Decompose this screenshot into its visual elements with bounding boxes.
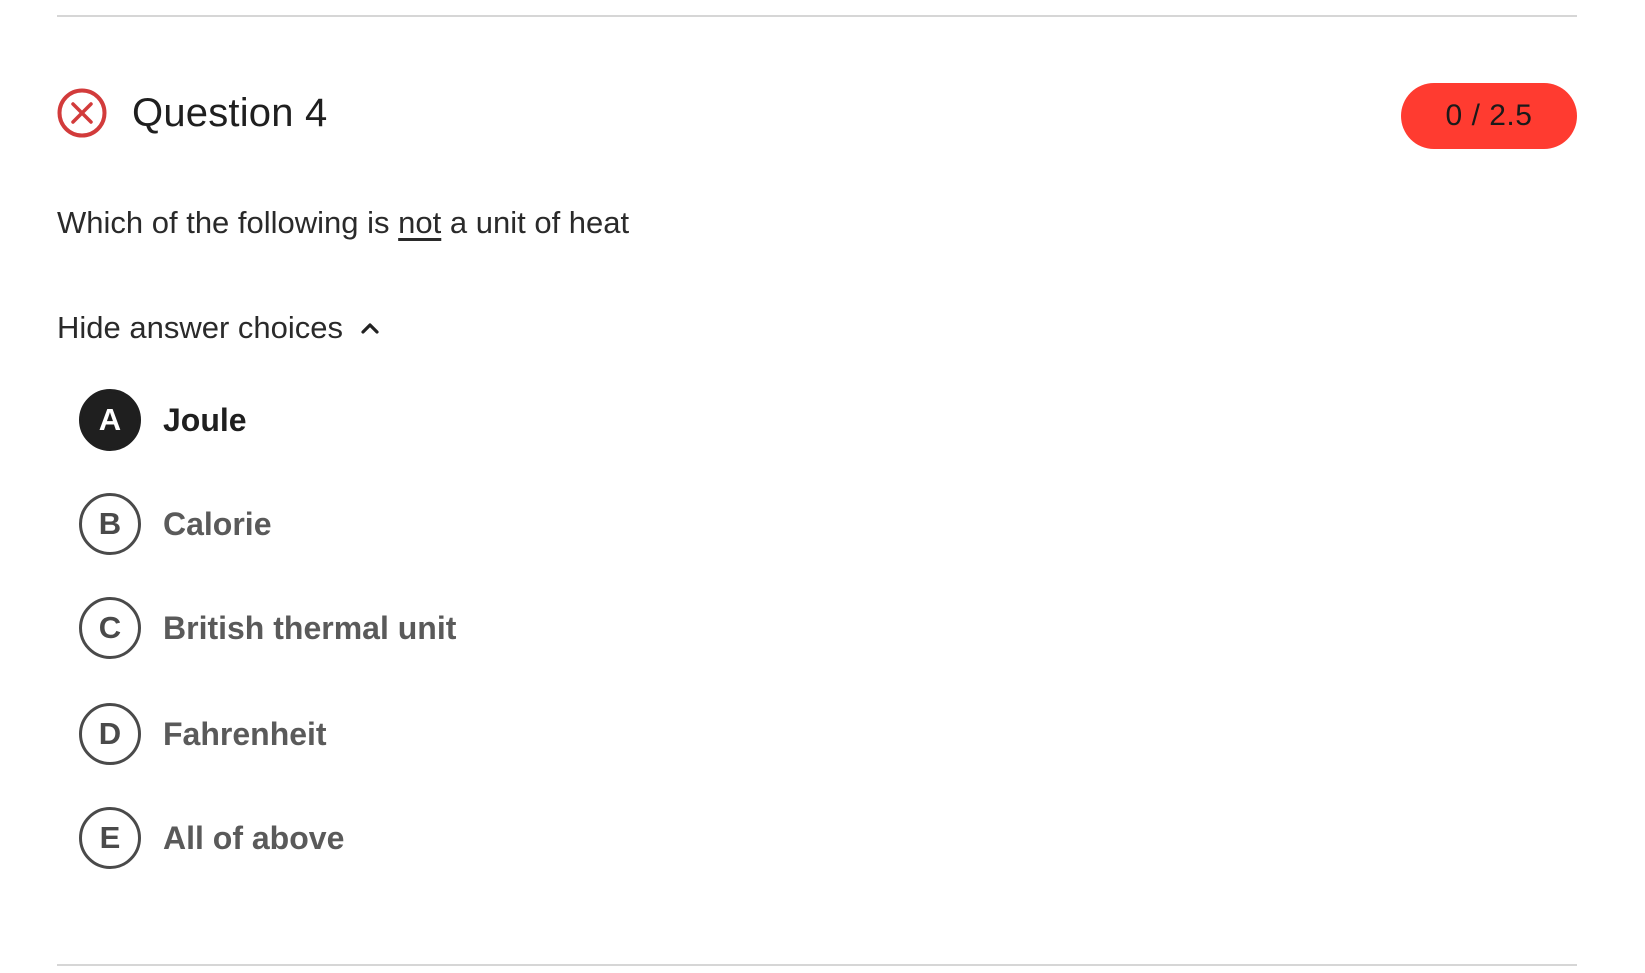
choice-text: Joule	[163, 401, 247, 438]
incorrect-x-icon	[57, 88, 107, 138]
toggle-label: Hide answer choices	[57, 310, 344, 345]
question-card: Question 4 0 / 2.5 Which of the followin…	[0, 0, 1645, 973]
choice-letter: B	[79, 493, 141, 555]
choice-e[interactable]: E All of above	[79, 807, 344, 869]
hide-answer-choices-toggle[interactable]: Hide answer choices	[57, 310, 381, 346]
choice-letter: E	[79, 807, 141, 869]
choice-c[interactable]: C British thermal unit	[79, 597, 456, 659]
prompt-text-before: Which of the following is	[57, 205, 399, 240]
choice-b[interactable]: B Calorie	[79, 493, 271, 555]
question-prompt: Which of the following is not a unit of …	[57, 205, 629, 241]
choice-text: All of above	[163, 819, 345, 856]
question-header: Question 4	[57, 88, 327, 138]
choice-a[interactable]: A Joule	[79, 389, 247, 451]
choice-text: Calorie	[163, 505, 272, 542]
chevron-up-icon	[359, 317, 381, 339]
question-title: Question 4	[132, 90, 328, 135]
choice-letter: C	[79, 597, 141, 659]
choice-letter: D	[79, 703, 141, 765]
top-divider	[57, 15, 1577, 17]
prompt-text-after: a unit of heat	[441, 205, 630, 240]
prompt-emphasis: not	[398, 205, 442, 240]
choice-letter: A	[79, 389, 141, 451]
choice-text: British thermal unit	[163, 609, 457, 646]
choice-text: Fahrenheit	[163, 715, 327, 752]
choice-d[interactable]: D Fahrenheit	[79, 703, 327, 765]
bottom-divider	[57, 964, 1577, 966]
score-badge: 0 / 2.5	[1401, 83, 1577, 149]
